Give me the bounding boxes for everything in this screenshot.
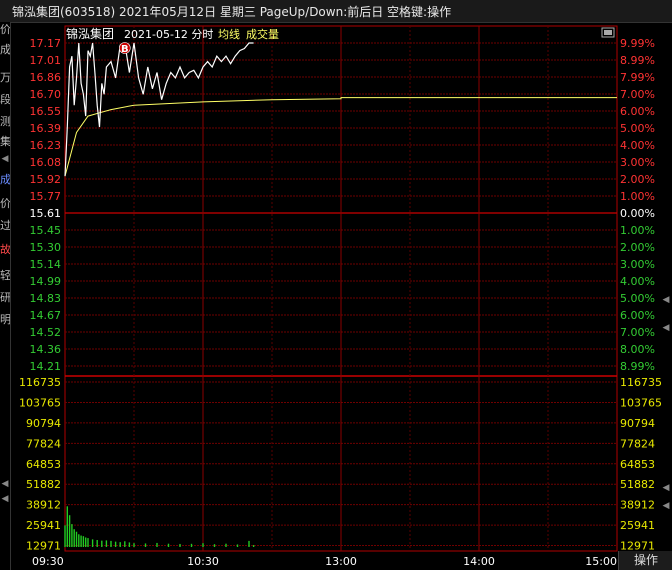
volume-tick-label-right: 116735 [620, 376, 662, 389]
percent-tick-label: 4.00% [620, 139, 655, 152]
price-tick-label: 15.14 [30, 258, 62, 271]
volume-tick-label-right: 25941 [620, 519, 655, 532]
price-tick-label: 15.92 [30, 173, 62, 186]
volume-tick-label: 77824 [26, 437, 61, 450]
price-tick-label: 14.36 [30, 343, 62, 356]
price-tick-label: 15.45 [30, 224, 62, 237]
percent-tick-label: 9.99% [620, 37, 655, 50]
volume-tick-label-right: 64853 [620, 458, 655, 471]
price-tick-label: 16.55 [30, 105, 62, 118]
volume-tick-label: 12971 [26, 540, 61, 553]
price-tick-label: 14.52 [30, 326, 62, 339]
percent-tick-label: 2.00% [620, 241, 655, 254]
price-tick-label: 15.61 [30, 207, 62, 220]
volume-tick-label-right: 90794 [620, 417, 655, 430]
title-bar: 锦泓集团(603518) 2021年05月12日 星期三 PageUp/Down… [0, 0, 672, 23]
buy-marker-label: B [121, 44, 129, 55]
price-tick-label: 16.70 [30, 88, 62, 101]
volume-legend: 成交量 [246, 27, 279, 41]
percent-tick-label: 7.00% [620, 326, 655, 339]
window-toggle-icon-inner [604, 30, 612, 35]
volume-tick-label-right: 103765 [620, 396, 662, 409]
percent-tick-label: 8.00% [620, 343, 655, 356]
percent-tick-label: 7.00% [620, 88, 655, 101]
percent-tick-label: 4.00% [620, 275, 655, 288]
scroll-right-arrow-icon-2[interactable]: ◀ [660, 500, 672, 512]
price-tick-label: 14.67 [30, 309, 62, 322]
price-tick-label: 16.39 [30, 122, 62, 135]
price-tick-label: 14.83 [30, 292, 62, 305]
percent-tick-label: 6.00% [620, 309, 655, 322]
scroll-right-arrow-icon[interactable]: ◀ [660, 322, 672, 334]
price-tick-label: 16.23 [30, 139, 62, 152]
volume-tick-label: 38912 [26, 499, 61, 512]
volume-tick-label-right: 51882 [620, 478, 655, 491]
price-tick-label: 14.21 [30, 360, 62, 373]
scroll-left-arrow-icon[interactable]: ◀ [660, 294, 672, 306]
price-tick-label: 16.08 [30, 156, 62, 169]
time-tick-label: 15:00 [585, 555, 617, 568]
volume-tick-label: 103765 [19, 396, 61, 409]
percent-tick-label: 1.00% [620, 190, 655, 203]
percent-tick-label: 0.00% [620, 207, 655, 220]
percent-tick-label: 3.00% [620, 156, 655, 169]
percent-tick-label: 6.00% [620, 105, 655, 118]
price-tick-label: 15.77 [30, 190, 62, 203]
time-tick-label: 10:30 [187, 555, 219, 568]
percent-tick-label: 5.00% [620, 292, 655, 305]
window-title: 锦泓集团(603518) 2021年05月12日 星期三 PageUp/Down… [12, 5, 452, 19]
price-tick-label: 17.01 [30, 54, 62, 67]
volume-tick-label: 64853 [26, 458, 61, 471]
right-scroll: ◀ ◀ ◀ ◀ [660, 22, 672, 542]
volume-tick-label-right: 38912 [620, 499, 655, 512]
percent-tick-label: 8.99% [620, 360, 655, 373]
percent-tick-label: 2.00% [620, 173, 655, 186]
intraday-chart[interactable]: 17.17 9.99% 17.01 8.99% 16.86 7.99% 16.70 7.00%… [0, 22, 672, 570]
time-tick-label: 09:30 [32, 555, 64, 568]
percent-tick-label: 8.99% [620, 54, 655, 67]
scroll-left-arrow-icon-2[interactable]: ◀ [660, 482, 672, 494]
price-tick-label: 17.17 [30, 37, 62, 50]
volume-tick-label-right: 77824 [620, 437, 655, 450]
volume-tick-label: 90794 [26, 417, 61, 430]
volume-tick-label: 116735 [19, 376, 61, 389]
time-tick-label: 14:00 [463, 555, 495, 568]
price-line [64, 42, 254, 177]
price-tick-label: 15.30 [30, 241, 62, 254]
time-tick-label: 13:00 [325, 555, 357, 568]
avg-line-legend: 均线 [218, 27, 240, 41]
price-tick-label: 14.99 [30, 275, 62, 288]
percent-tick-label: 5.00% [620, 122, 655, 135]
percent-tick-label: 1.00% [620, 224, 655, 237]
stock-name: 锦泓集团 [66, 26, 114, 41]
volume-tick-label: 51882 [26, 478, 61, 491]
operate-button[interactable]: 操作 [618, 551, 672, 570]
volume-tick-label: 25941 [26, 519, 61, 532]
percent-tick-label: 7.99% [620, 71, 655, 84]
chart-date-label: 2021-05-12 分时 [124, 28, 213, 41]
percent-tick-label: 3.00% [620, 258, 655, 271]
price-tick-label: 16.86 [30, 71, 62, 84]
